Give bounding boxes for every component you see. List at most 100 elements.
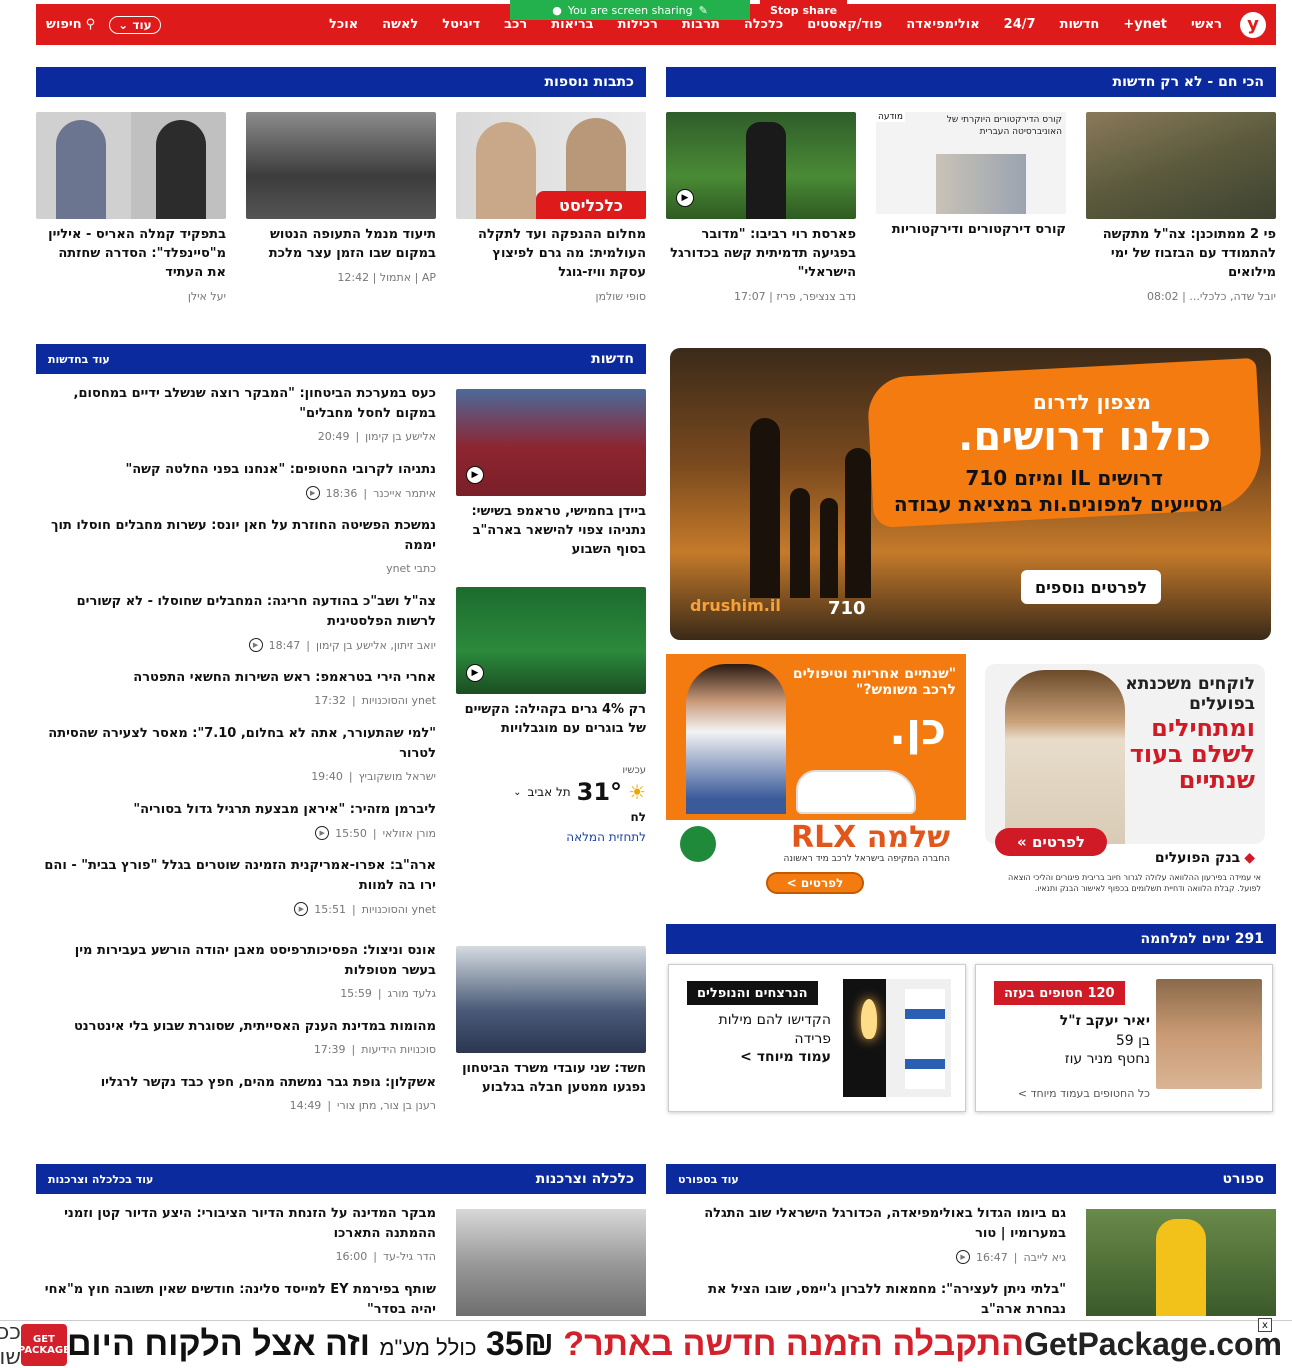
ad-cta-button[interactable]: לפרטים נוספים — [1021, 570, 1161, 604]
nav-item[interactable]: ynet+ — [1111, 17, 1179, 32]
more-articles-header: כתבות נוספות — [36, 67, 646, 97]
ad-cta-button[interactable]: לפרטים » — [995, 828, 1107, 856]
chevron-down-icon[interactable]: ⌄ — [513, 787, 521, 798]
article-meta: אלישע בן קימון | 20:49 — [317, 430, 436, 443]
more-card[interactable]: כלכליסט מחלום ההנפקה ועד לתקלה העולמית: … — [456, 112, 646, 303]
news-list-item[interactable]: נתניהו לקרובי החטופים: "אנחנו בפני החלטה… — [36, 460, 436, 500]
news-list-item[interactable]: אונס וניצול: הפסיכותרפיסט מאבן יהודה הור… — [36, 941, 436, 1000]
author: AP — [421, 271, 436, 284]
bottom-banner-ad[interactable]: GetPackage.com התקבלה הזמנה חדשה באתר? 3… — [0, 1320, 1292, 1368]
ad-card[interactable]: קורס הדירקטורים היוקרתי של האוניברסיטה ה… — [876, 112, 1066, 239]
nav-item[interactable]: לאשה — [370, 17, 430, 32]
article-title: נמשכת הפשיטה החוזרת על חאן יונס: עשרות מ… — [51, 518, 436, 553]
war-title: 291 ימים למלחמה — [1140, 931, 1264, 947]
economy-list-item[interactable]: שותף בפירמת EY למייסד סלינה: חודשים שאין… — [36, 1280, 436, 1320]
news-featured[interactable]: ▶ ביידן בחמישי, טראמפ בשישי: נתניהו צפוי… — [456, 389, 646, 559]
more-card[interactable]: תיעוד מנמל התעופה הנטוש במקום שבו הזמן ע… — [246, 112, 436, 284]
play-icon[interactable]: ▶ — [466, 664, 484, 682]
time: 15:59 — [340, 987, 372, 1000]
time: 19:40 — [311, 770, 343, 783]
author: הדר גיל-עד — [382, 1250, 436, 1263]
article-image: ▶ — [456, 389, 646, 496]
news-list-item[interactable]: אשקלון: גופת גבר נמשתה מהים, חפץ כבד נקש… — [36, 1073, 436, 1112]
economy-header: כלכלה וצרכנות עוד בכלכלה וצרכנות — [36, 1164, 646, 1194]
bank-logo-icon: ◆ — [1244, 850, 1255, 866]
nav-item[interactable]: דיגיטל — [430, 17, 492, 32]
nav-item[interactable]: חדשות — [1048, 17, 1112, 32]
bank-ad[interactable]: לוקחים משכנתא בפועלים ומתחילים לשלם בעוד… — [985, 664, 1265, 896]
article-meta: גיא לייבה | 16:47 ▶ — [666, 1250, 1066, 1264]
special-page-link[interactable]: עמוד מיוחד > — [740, 1049, 831, 1065]
screen-share-text: You are screen sharing — [567, 3, 693, 17]
article-title: "בלתי ניתן לעצירה": מחמאות ללברון ג'יימס… — [708, 1282, 1066, 1317]
article-title: רק 4% גרים בקהילה: הקשיים של בוגרים עם מ… — [464, 702, 646, 736]
news-featured[interactable]: ▶ רק 4% גרים בקהילה: הקשיים של בוגרים עם… — [456, 587, 646, 738]
ad-text: מצפון לדרום — [1032, 390, 1151, 414]
news-header: חדשות עוד בחדשות — [36, 344, 646, 374]
video-icon: ▶ — [315, 826, 330, 840]
author: סוכנויות הידיעות — [361, 1043, 436, 1056]
article-meta: ynet והסוכנויות | 15:51 ▶ — [36, 902, 436, 916]
article-meta: רענן בן צור, מתן צורי | 14:49 — [289, 1099, 436, 1112]
economy-list-item[interactable]: מבקר המדינה על הזנחת הדיור הציבורי: היצע… — [36, 1204, 436, 1263]
forecast-link[interactable]: לתחזית המלאה — [456, 830, 646, 844]
shlomo-ad[interactable]: "שנתיים אחריות וטיפולים לרכב משומש?" כן.… — [666, 654, 966, 902]
article-image — [36, 112, 226, 219]
sun-icon: ☀ — [628, 780, 646, 804]
stop-share-label: Stop share — [770, 3, 838, 17]
play-icon[interactable]: ▶ — [676, 189, 694, 207]
person-photo — [156, 120, 206, 219]
news-list-item[interactable]: אחרי הירי בטראמפ: ראש השירות החשאי התפטר… — [36, 668, 436, 707]
ynet-logo[interactable]: y — [1240, 11, 1266, 38]
nav-item[interactable]: 24/7 — [992, 17, 1048, 32]
time: 17:39 — [313, 1043, 346, 1056]
sport-list-item[interactable]: גם ביומו הגדול באולימפיאדה, הכדורגל הישר… — [666, 1204, 1066, 1264]
more-button[interactable]: עוד ⌄ — [109, 15, 161, 34]
news-list-item[interactable]: מהומות במדינת הענק האסייתית, שסוגרת שבוע… — [36, 1017, 436, 1056]
fallen-box[interactable]: הנרצחים והנופלים הקדישו להם מילות פרידה … — [668, 964, 966, 1112]
news-list-item[interactable]: כעס במערכת הביטחון: "המבקר רוצה שנשלב יד… — [36, 384, 436, 443]
more-economy-link[interactable]: עוד בכלכלה וצרכנות — [48, 1173, 153, 1186]
more-sport-link[interactable]: עוד בספורט — [678, 1173, 739, 1186]
article-meta: יואב זיתון, אלישע בן קימון | 18:47 ▶ — [36, 638, 436, 652]
drushim-ad[interactable]: מצפון לדרום כולנו דרושים. דרושים IL ומיז… — [670, 348, 1271, 640]
close-icon[interactable]: x — [1258, 1318, 1272, 1332]
news-list-item[interactable]: נמשכת הפשיטה החוזרת על חאן יונס: עשרות מ… — [36, 516, 436, 575]
ad-text-cut: ככה שולחי — [0, 1319, 21, 1368]
stop-share-button[interactable]: Stop share — [760, 0, 848, 20]
article-title: בתפקיד קמלה האריס - איליין מ"סיינפלד": ה… — [48, 227, 226, 280]
play-icon[interactable]: ▶ — [466, 466, 484, 484]
article-image — [246, 112, 436, 219]
hostages-link[interactable]: כל החטופים בעמוד מיוחד > — [1018, 1087, 1150, 1100]
nav-item[interactable]: אוכל — [317, 17, 370, 32]
article-title: כעס במערכת הביטחון: "המבקר רוצה שנשלב יד… — [73, 386, 436, 421]
hot-card[interactable]: פי 2 ממתוכנן: צה"ל מתקשה להתמודד עם הבזב… — [1086, 112, 1276, 303]
article-title: מהומות במדינת הענק האסייתית, שסוגרת שבוע… — [73, 1019, 436, 1034]
hostage-box[interactable]: 120 חטופים בעזה יאיר יעקב ז"ל בן 59 נחטף… — [975, 964, 1273, 1112]
sport-list-item[interactable]: "בלתי ניתן לעצירה": מחמאות ללברון ג'יימס… — [666, 1280, 1066, 1320]
hostage-place: נחטף מניר עוז — [1064, 1051, 1150, 1067]
more-news-link[interactable]: עוד בחדשות — [48, 353, 110, 366]
search-button[interactable]: ⚲ חיפוש — [46, 17, 95, 32]
news-list-item[interactable]: ליברמן מזהיר: "איראן מבצעת תרגיל גדול בס… — [36, 800, 436, 840]
article-title: גם ביומו הגדול באולימפיאדה, הכדורגל הישר… — [704, 1206, 1066, 1241]
city-select[interactable]: תל אביב — [528, 785, 571, 799]
article-image: ▶ — [456, 587, 646, 694]
news-list-item[interactable]: צה"ל ושב"כ בהודעה חריגה: המחבלים שחוסלו … — [36, 592, 436, 652]
news-featured[interactable]: חשד: שני עובדי משרד הביטחון נפגעו ממטען … — [456, 946, 646, 1097]
author: רענן בן צור, מתן צורי — [337, 1099, 436, 1112]
time: 18:36 — [325, 486, 358, 500]
news-list-item[interactable]: "למי שהתעורר, אתה לא בחלום, 7.10": מאסר … — [36, 724, 436, 783]
nav-item[interactable]: ראשי — [1179, 17, 1234, 32]
hot-title: הכי חם - לא רק חדשות — [1112, 74, 1264, 90]
nav-item[interactable]: אולימפיאדה — [894, 17, 991, 32]
news-title: חדשות — [591, 351, 634, 367]
more-card[interactable]: בתפקיד קמלה האריס - איליין מ"סיינפלד": ה… — [36, 112, 226, 303]
economy-image[interactable] — [456, 1209, 646, 1316]
article-image: כלכליסט — [456, 112, 646, 219]
sport-image[interactable] — [1086, 1209, 1276, 1316]
hot-card[interactable]: ▶ פארסת רוי רביבו: "מדובר בפגיעה תדמיתית… — [666, 112, 856, 303]
news-list-item[interactable]: ארה"ב: אפרו-אמריקנית הזמינה שוטרים בגלל … — [36, 856, 436, 916]
ad-cta-button[interactable]: לפרטים > — [766, 872, 864, 894]
ad-disclaimer: אי עמידה בפירעון ההלוואה עלולה לגרור חיו… — [1008, 873, 1261, 893]
